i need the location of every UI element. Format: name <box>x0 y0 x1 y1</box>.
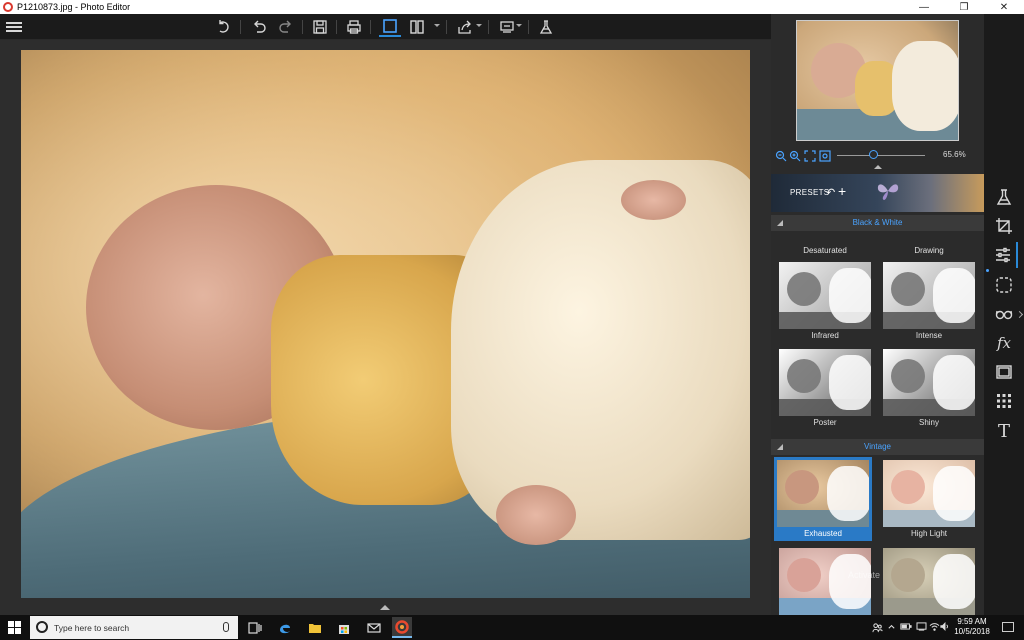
search-placeholder: Type here to search <box>54 623 130 633</box>
expand-filmstrip-icon[interactable] <box>380 605 390 610</box>
preset-vintage-3[interactable] <box>776 545 874 615</box>
image-canvas[interactable] <box>0 40 771 615</box>
redo-icon[interactable] <box>275 17 297 37</box>
compare-dropdown-icon[interactable] <box>434 24 440 27</box>
butterfly-icon <box>877 184 899 200</box>
collapse-navigator-icon[interactable] <box>874 165 882 169</box>
wifi-icon[interactable] <box>929 622 940 633</box>
cortana-icon <box>36 621 48 633</box>
task-view-icon[interactable] <box>245 617 265 638</box>
section-title: Black & White <box>852 218 903 227</box>
section-vintage[interactable]: Vintage <box>771 439 984 455</box>
lab-icon[interactable] <box>990 184 1018 210</box>
active-tool-indicator <box>986 269 989 272</box>
text-icon[interactable]: T <box>990 418 1018 444</box>
crop-icon[interactable] <box>990 213 1018 239</box>
adjust-icon[interactable] <box>990 242 1018 268</box>
edited-photo[interactable] <box>21 50 750 598</box>
preset-label: Infrared <box>811 331 839 340</box>
save-icon[interactable] <box>309 17 331 37</box>
preset-high-light[interactable]: High Light <box>880 457 978 541</box>
actual-size-icon[interactable] <box>819 149 831 162</box>
print-icon[interactable] <box>343 17 365 37</box>
zoom-in-icon[interactable] <box>789 149 801 162</box>
rotate-left-icon[interactable] <box>213 17 235 37</box>
zoom-slider-thumb[interactable] <box>869 150 879 159</box>
preset-vintage-4[interactable] <box>880 545 978 615</box>
volume-icon[interactable] <box>940 622 950 633</box>
preset-intense[interactable]: Intense <box>880 259 978 343</box>
clock-date: 10/5/2018 <box>954 627 990 636</box>
compare-view-icon[interactable] <box>406 17 428 37</box>
taskbar-search-box[interactable]: Type here to search <box>30 616 238 639</box>
batch-dropdown-icon[interactable] <box>516 24 522 27</box>
undo-icon[interactable] <box>248 17 270 37</box>
app-logo-icon <box>3 2 13 12</box>
section-title: Vintage <box>864 442 891 451</box>
maximize-button[interactable]: ❐ <box>944 0 984 14</box>
reset-presets-icon[interactable]: ↶ <box>826 186 835 199</box>
presets-header: PRESETS ↶ + <box>771 174 984 212</box>
glasses-icon[interactable] <box>990 301 1018 327</box>
preset-exhausted[interactable]: Exhausted <box>774 457 872 541</box>
zoom-out-icon[interactable] <box>775 149 787 162</box>
share-dropdown-icon[interactable] <box>476 24 482 27</box>
notification-center-icon[interactable] <box>1002 622 1014 632</box>
single-view-icon[interactable] <box>379 17 401 37</box>
microphone-icon[interactable] <box>223 622 229 632</box>
frame-icon[interactable] <box>990 359 1018 385</box>
zoom-controls: 65.6% <box>771 148 984 164</box>
preset-label: Poster <box>813 418 837 427</box>
photo-editor-taskbar-icon[interactable] <box>392 617 412 638</box>
photo-editor-window: P1210873.jpg - Photo Editor — ❐ ✕ 65.6% … <box>0 0 1024 640</box>
minimize-button[interactable]: — <box>904 0 944 14</box>
title-bar: P1210873.jpg - Photo Editor — ❐ ✕ <box>0 0 1024 14</box>
preset-label: High Light <box>910 529 948 538</box>
windows-start-icon[interactable] <box>8 621 21 634</box>
section-black-white[interactable]: Black & White <box>771 215 984 231</box>
fx-icon[interactable]: fx <box>990 330 1018 356</box>
file-explorer-icon[interactable] <box>305 617 325 638</box>
battery-icon[interactable] <box>900 622 912 633</box>
edge-browser-icon[interactable] <box>275 617 295 638</box>
texture-icon[interactable] <box>990 388 1018 414</box>
selection-icon[interactable] <box>990 272 1018 298</box>
windows-taskbar: Type here to search 9:59 AM 10/5/2018 <box>0 615 1024 640</box>
zoom-percent: 65.6% <box>943 150 966 159</box>
presets-panel: 65.6% PRESETS ↶ + Black & White Desatura… <box>771 14 984 615</box>
preset-shiny[interactable]: Shiny <box>880 346 978 430</box>
preset-label: Exhausted <box>804 529 842 538</box>
activation-watermark: Activate <box>848 570 881 580</box>
batch-icon[interactable] <box>496 17 518 37</box>
preset-infrared[interactable]: Infrared <box>776 259 874 343</box>
lab-icon[interactable] <box>535 17 557 37</box>
presets-label: PRESETS <box>790 188 830 197</box>
fit-to-window-icon[interactable] <box>804 149 816 162</box>
meet-now-icon[interactable] <box>916 622 927 633</box>
store-icon[interactable] <box>334 617 354 638</box>
preset-label: Shiny <box>918 418 939 427</box>
people-icon[interactable] <box>872 622 883 635</box>
preset-drawing[interactable]: Drawing <box>880 246 978 255</box>
tray-overflow-icon[interactable] <box>887 622 896 633</box>
share-icon[interactable] <box>454 17 476 37</box>
navigator-thumbnail[interactable] <box>796 20 959 141</box>
window-title: P1210873.jpg - Photo Editor <box>17 2 131 12</box>
taskbar-clock[interactable]: 9:59 AM 10/5/2018 <box>950 617 994 637</box>
mail-icon[interactable] <box>364 617 384 638</box>
preset-label: Intense <box>915 331 943 340</box>
menu-icon[interactable] <box>6 20 22 34</box>
add-preset-icon[interactable]: + <box>838 183 846 199</box>
clock-time: 9:59 AM <box>957 617 987 626</box>
preset-poster[interactable]: Poster <box>776 346 874 430</box>
close-button[interactable]: ✕ <box>984 0 1024 14</box>
zoom-slider-track[interactable] <box>837 155 925 156</box>
preset-desaturated[interactable]: Desaturated <box>776 246 874 255</box>
tool-strip: fx T <box>984 14 1024 615</box>
